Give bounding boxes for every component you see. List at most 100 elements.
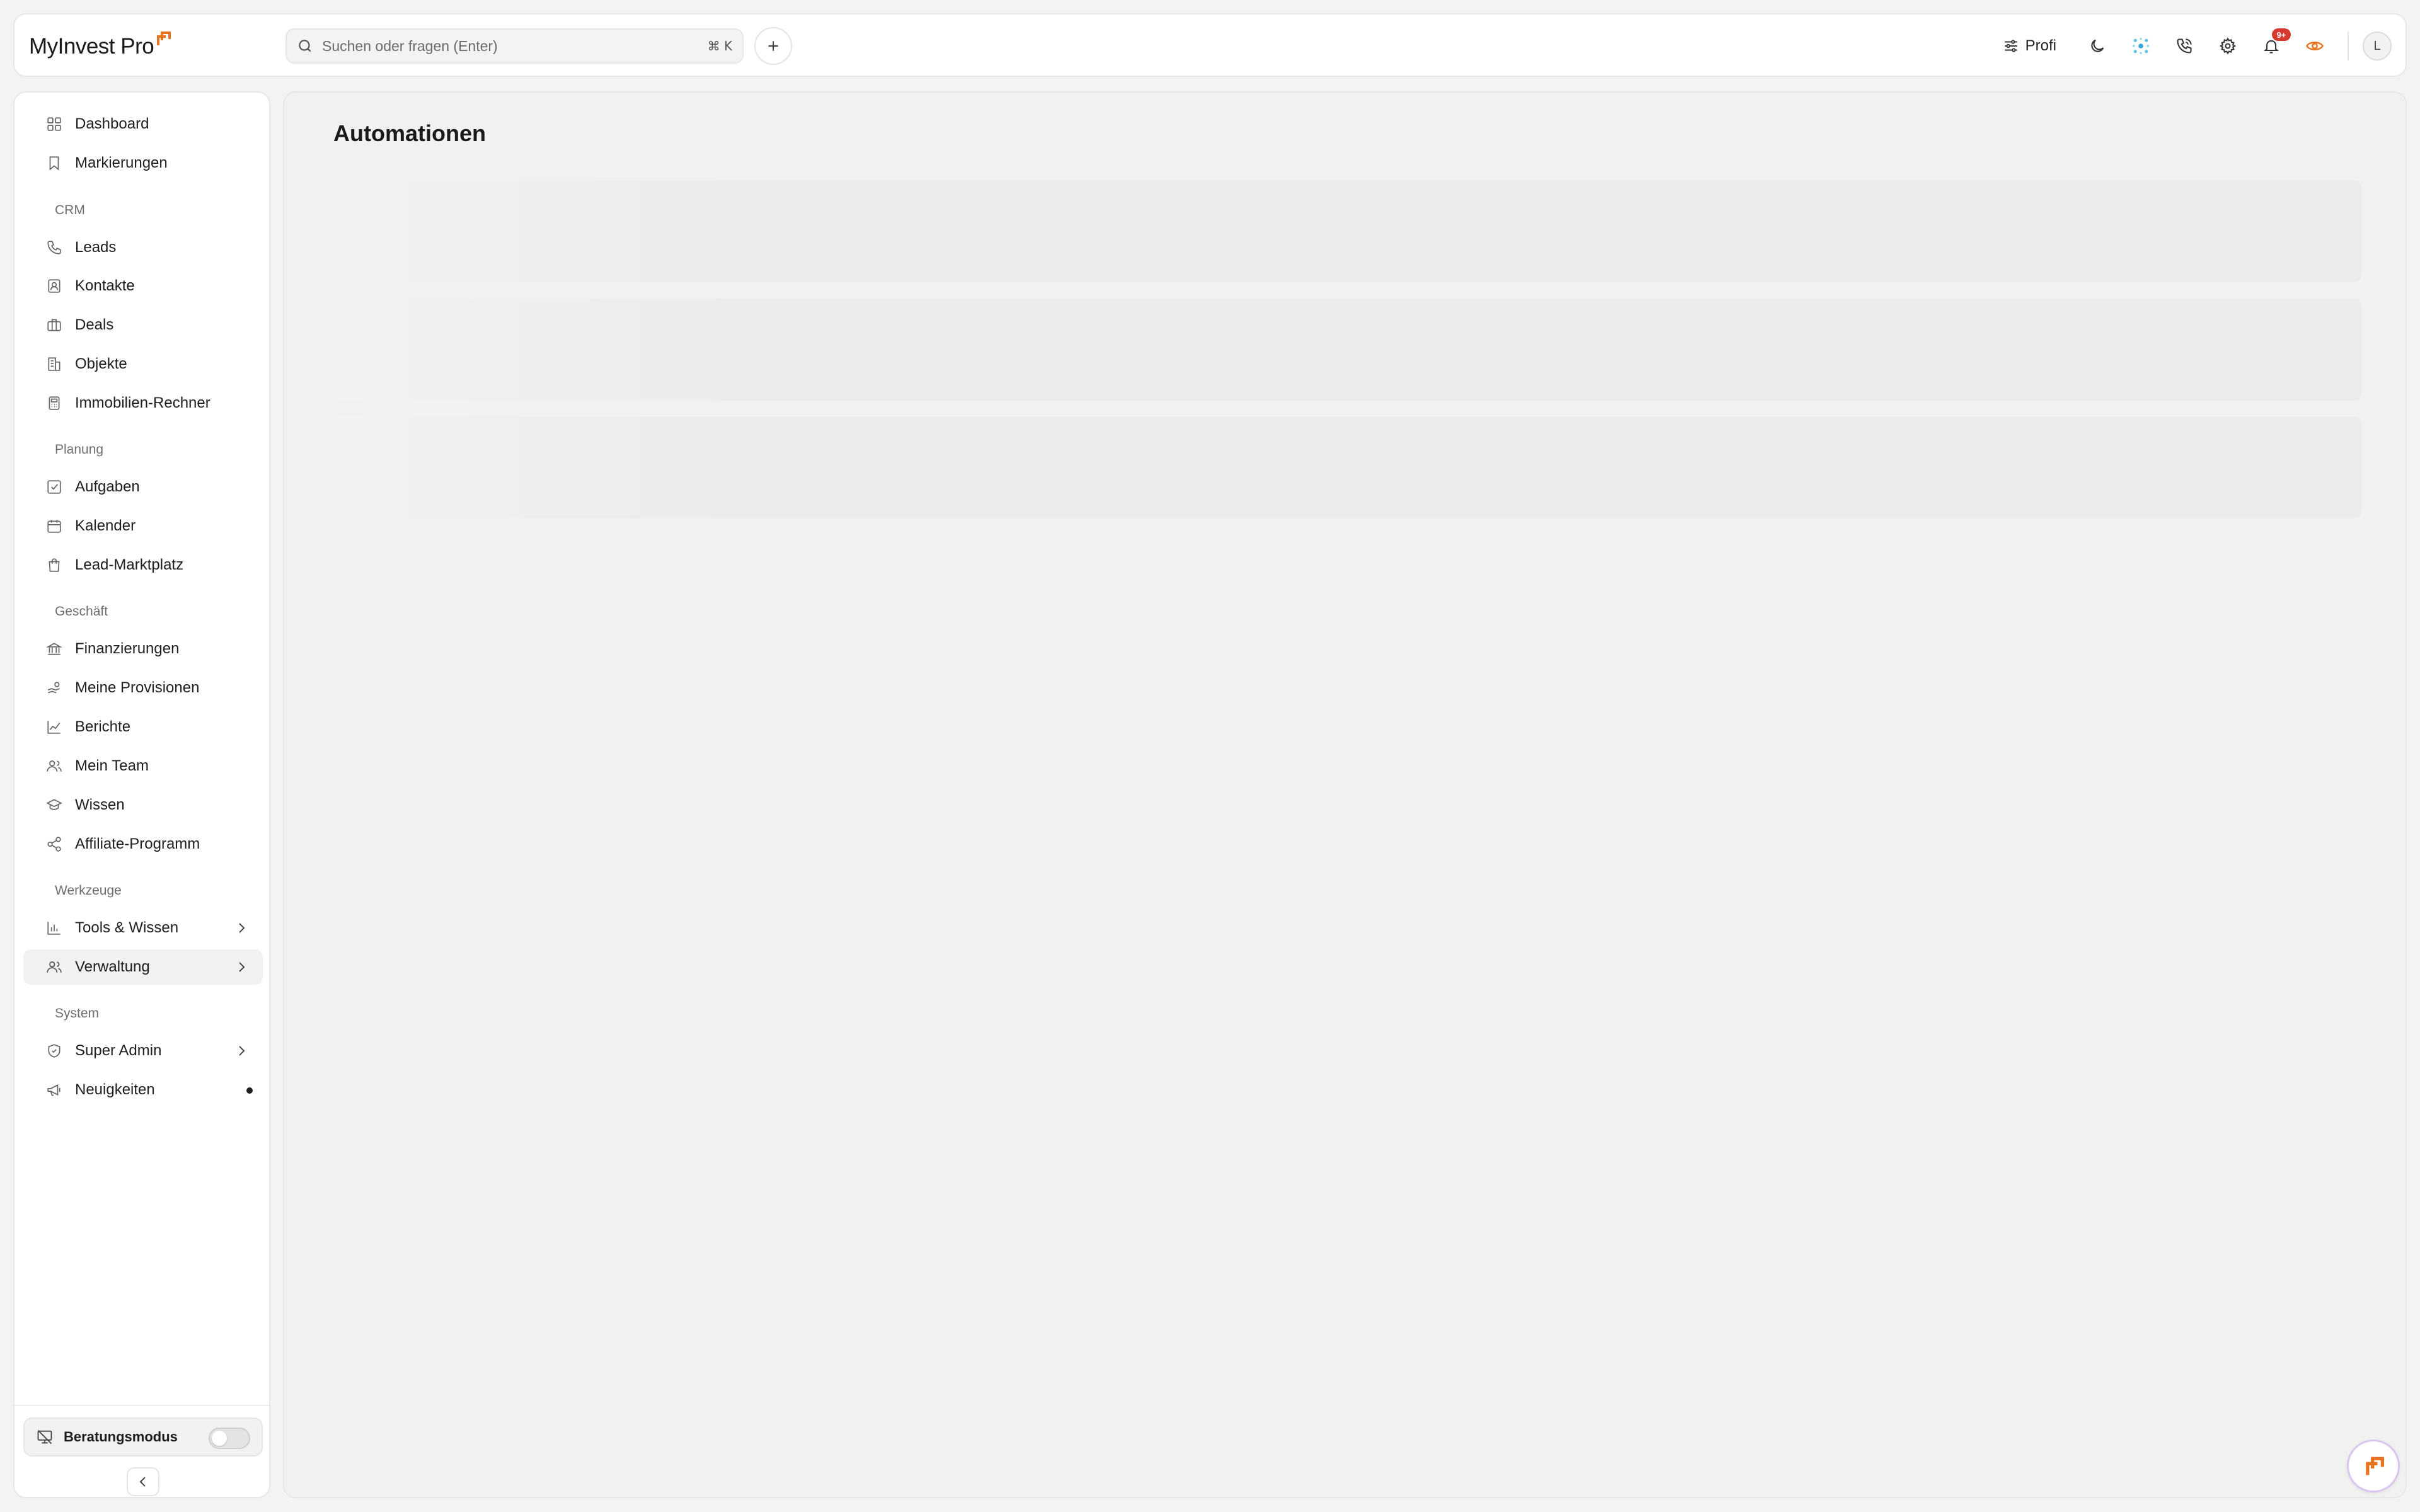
- share-icon: [47, 837, 61, 852]
- visibility-button[interactable]: [2293, 27, 2336, 65]
- bar-chart-icon: [47, 922, 60, 935]
- sidebar-item-tools-wissen[interactable]: Tools & Wissen: [23, 910, 263, 946]
- sidebar-item-label: Wissen: [75, 796, 125, 813]
- loading-skeleton: [333, 416, 2361, 518]
- sidebar-item-label: Finanzierungen: [75, 640, 180, 657]
- page-title: Automationen: [333, 120, 486, 146]
- consulting-mode-row[interactable]: Beratungsmodus: [23, 1418, 263, 1457]
- chevron-left-icon: [139, 1477, 146, 1487]
- chevron-right-icon: [239, 1046, 245, 1056]
- sidebar-item-dashboard[interactable]: Dashboard: [23, 106, 263, 142]
- ai-assistant-button[interactable]: [2119, 27, 2162, 65]
- sidebar-footer-divider: [14, 1405, 269, 1406]
- monitor-off-icon: [37, 1429, 52, 1445]
- chevron-right-icon: [239, 962, 245, 972]
- top-header: MyInvest Pro ⌘ K Profi: [13, 13, 2407, 77]
- section-label-crm: CRM: [55, 203, 85, 217]
- sidebar-item-immobilien-rechner[interactable]: Immobilien-Rechner: [23, 386, 263, 421]
- eye-icon: [2305, 42, 2324, 50]
- sidebar-item-label: Lead-Marktplatz: [75, 556, 184, 573]
- sidebar-item-kontakte[interactable]: Kontakte: [23, 268, 263, 304]
- main-content: Automationen: [283, 91, 2407, 1498]
- header-actions: Profi 9+ L: [2003, 27, 2392, 65]
- sidebar-item-label: Kalender: [75, 517, 136, 534]
- sidebar-item-meine-provisionen[interactable]: Meine Provisionen: [23, 670, 263, 706]
- toggle-knob: [212, 1431, 227, 1446]
- line-chart-icon: [47, 721, 60, 734]
- contact-card-icon: [48, 279, 60, 293]
- consulting-mode-label: Beratungsmodus: [64, 1429, 178, 1445]
- sidebar-item-label: Super Admin: [75, 1042, 162, 1059]
- global-search[interactable]: ⌘ K: [285, 28, 744, 64]
- sidebar-item-kalender[interactable]: Kalender: [23, 508, 263, 544]
- loading-skeleton: [333, 299, 2361, 401]
- sparkle-dots-icon: [2132, 38, 2149, 54]
- logo-mark-icon: [157, 32, 171, 45]
- checkbox-icon: [47, 480, 61, 494]
- sidebar-item-lead-marktplatz[interactable]: Lead-Marktplatz: [23, 547, 263, 583]
- sidebar: Dashboard Markierungen CRM Leads Kontakt…: [13, 91, 270, 1498]
- sidebar-item-affiliate-programm[interactable]: Affiliate-Programm: [23, 827, 263, 862]
- sidebar-item-super-admin[interactable]: Super Admin: [23, 1033, 263, 1068]
- dark-mode-button[interactable]: [2075, 27, 2119, 65]
- sidebar-item-label: Aufgaben: [75, 478, 140, 495]
- sidebar-item-neuigkeiten[interactable]: Neuigkeiten: [23, 1072, 263, 1108]
- sidebar-item-finanzierungen[interactable]: Finanzierungen: [23, 631, 263, 667]
- app-name: MyInvest Pro: [29, 34, 154, 59]
- collapse-sidebar-button[interactable]: [127, 1467, 159, 1496]
- sidebar-item-markierungen[interactable]: Markierungen: [23, 146, 263, 181]
- profile-mode-button[interactable]: Profi: [2003, 37, 2056, 55]
- notifications-button[interactable]: 9+: [2249, 27, 2293, 65]
- settings-button[interactable]: [2206, 27, 2249, 65]
- megaphone-icon: [47, 1084, 60, 1096]
- notifications-badge: 9+: [2272, 28, 2291, 41]
- quick-add-button[interactable]: [754, 27, 792, 65]
- sidebar-item-objekte[interactable]: Objekte: [23, 346, 263, 382]
- calculator-icon: [49, 396, 60, 410]
- sidebar-item-aufgaben[interactable]: Aufgaben: [23, 469, 263, 505]
- search-input[interactable]: [322, 37, 708, 55]
- sidebar-item-leads[interactable]: Leads: [23, 230, 263, 265]
- shopping-bag-icon: [49, 558, 60, 572]
- sidebar-item-label: Kontakte: [75, 277, 135, 294]
- calendar-icon: [47, 520, 61, 533]
- sidebar-item-label: Berichte: [75, 718, 131, 735]
- phone-button[interactable]: [2162, 27, 2206, 65]
- loading-skeleton: [333, 180, 2361, 282]
- sidebar-item-label: Markierungen: [75, 154, 168, 171]
- section-label-werkzeuge: Werkzeuge: [55, 883, 122, 898]
- building-icon: [48, 357, 60, 371]
- user-avatar[interactable]: L: [2363, 32, 2392, 60]
- sidebar-item-berichte[interactable]: Berichte: [23, 709, 263, 745]
- sidebar-item-label: Tools & Wissen: [75, 919, 179, 936]
- shield-check-icon: [48, 1044, 60, 1058]
- header-divider: [2348, 32, 2349, 60]
- gear-icon: [2219, 37, 2236, 55]
- sidebar-item-label: Dashboard: [75, 115, 149, 132]
- logo-mark-icon: [2366, 1457, 2384, 1475]
- moon-icon: [2090, 39, 2104, 52]
- sidebar-item-deals[interactable]: Deals: [23, 307, 263, 343]
- sidebar-item-wissen[interactable]: Wissen: [23, 788, 263, 823]
- phone-icon: [47, 241, 61, 255]
- search-shortcut: ⌘ K: [707, 38, 732, 54]
- unread-dot: [246, 1087, 253, 1094]
- users-icon: [47, 961, 62, 973]
- plus-icon: [768, 41, 778, 51]
- app-logo[interactable]: MyInvest Pro: [29, 32, 171, 60]
- section-label-geschaeft: Geschäft: [55, 604, 108, 619]
- sidebar-item-label: Verwaltung: [75, 958, 150, 975]
- sidebar-item-verwaltung[interactable]: Verwaltung: [23, 949, 263, 985]
- users-icon: [47, 760, 62, 772]
- chevron-right-icon: [239, 923, 245, 933]
- hand-coins-icon: [47, 682, 60, 694]
- sliders-icon: [2004, 40, 2017, 52]
- sidebar-item-label: Meine Provisionen: [75, 679, 200, 696]
- consulting-mode-toggle[interactable]: [209, 1428, 250, 1449]
- grid-icon: [47, 117, 61, 131]
- briefcase-icon: [47, 319, 61, 331]
- sidebar-item-mein-team[interactable]: Mein Team: [23, 748, 263, 784]
- assistant-fab-button[interactable]: [2347, 1440, 2400, 1492]
- bookmark-icon: [49, 156, 59, 171]
- search-icon: [299, 40, 311, 52]
